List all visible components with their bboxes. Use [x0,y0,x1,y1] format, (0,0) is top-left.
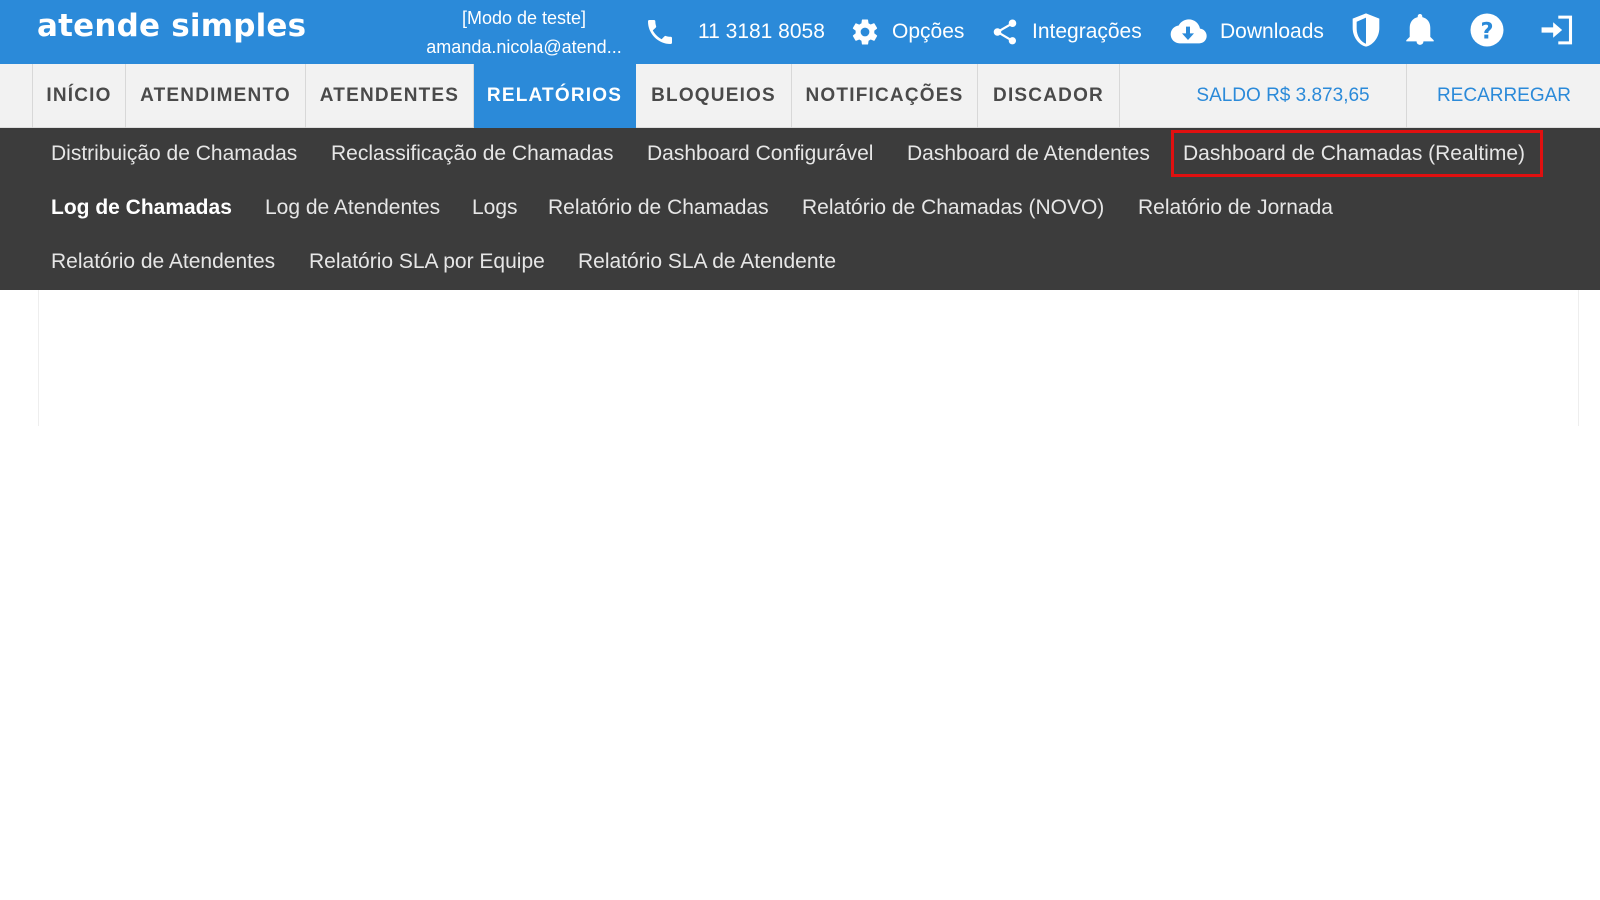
tab-bloqueios[interactable]: BLOQUEIOS [636,64,792,128]
phone-number-label: 11 3181 8058 [698,20,825,43]
submenu-relatorio-sla-atendente[interactable]: Relatório SLA de Atendente [578,250,836,274]
options-button[interactable]: Opções [850,0,964,64]
notifications-button[interactable] [1404,0,1436,64]
integrations-button[interactable]: Integrações [990,0,1142,64]
top-bar: atende simples [Modo de teste] amanda.ni… [0,0,1600,64]
test-mode-label: [Modo de teste] [461,8,587,28]
downloads-button[interactable]: Downloads [1168,0,1324,64]
tab-inicio[interactable]: INÍCIO [32,64,126,128]
submenu-relatorio-chamadas-novo[interactable]: Relatório de Chamadas (NOVO) [802,196,1104,220]
shield-button[interactable] [1348,0,1384,64]
content-area [38,290,1579,426]
submenu-logs[interactable]: Logs [472,196,518,220]
submenu-relatorio-jornada[interactable]: Relatório de Jornada [1138,196,1333,220]
help-icon: ? [1469,12,1505,53]
submenu-dashboard-configuravel[interactable]: Dashboard Configurável [647,142,873,166]
balance-display: SALDO R$ 3.873,65 [1160,64,1407,128]
logout-button[interactable] [1538,0,1576,64]
tab-relatorios[interactable]: RELATÓRIOS [474,64,636,128]
share-icon [990,17,1020,47]
brand-logo[interactable]: atende simples [37,8,306,44]
submenu-dashboard-chamadas-realtime[interactable]: Dashboard de Chamadas (Realtime) [1183,142,1525,166]
submenu-log-atendentes[interactable]: Log de Atendentes [265,196,440,220]
submenu-reclassificacao-chamadas[interactable]: Reclassificação de Chamadas [331,142,613,166]
cloud-download-icon [1168,16,1208,48]
help-button[interactable]: ? [1468,0,1506,64]
main-nav: INÍCIO ATENDIMENTO ATENDENTES RELATÓRIOS… [0,64,1600,128]
integrations-label: Integrações [1032,20,1142,43]
gear-icon [850,17,880,47]
downloads-label: Downloads [1220,20,1324,43]
tab-discador[interactable]: DISCADOR [978,64,1120,128]
tab-atendentes[interactable]: ATENDENTES [306,64,474,128]
shield-icon [1350,12,1382,53]
reports-submenu: Distribuição de Chamadas Reclassificação… [0,128,1600,290]
logout-icon [1539,14,1575,51]
submenu-relatorio-atendentes[interactable]: Relatório de Atendentes [51,250,275,274]
options-label: Opções [892,20,965,43]
recharge-link[interactable]: RECARREGAR [1408,64,1600,128]
phone-icon [644,16,676,48]
submenu-dashboard-atendentes[interactable]: Dashboard de Atendentes [907,142,1150,166]
submenu-log-chamadas[interactable]: Log de Chamadas [51,196,232,220]
tab-atendimento[interactable]: ATENDIMENTO [126,64,306,128]
svg-text:?: ? [1480,18,1493,44]
account-email: amanda.nicola@atend... [426,37,622,57]
submenu-distribuicao-chamadas[interactable]: Distribuição de Chamadas [51,142,297,166]
tab-notificacoes[interactable]: NOTIFICAÇÕES [792,64,978,128]
bell-icon [1406,13,1434,51]
submenu-relatorio-sla-equipe[interactable]: Relatório SLA por Equipe [309,250,545,274]
submenu-relatorio-chamadas[interactable]: Relatório de Chamadas [548,196,769,220]
phone-number-button[interactable]: 11 3181 8058 [644,0,825,64]
account-info[interactable]: [Modo de teste] amanda.nicola@atend... [413,4,635,62]
